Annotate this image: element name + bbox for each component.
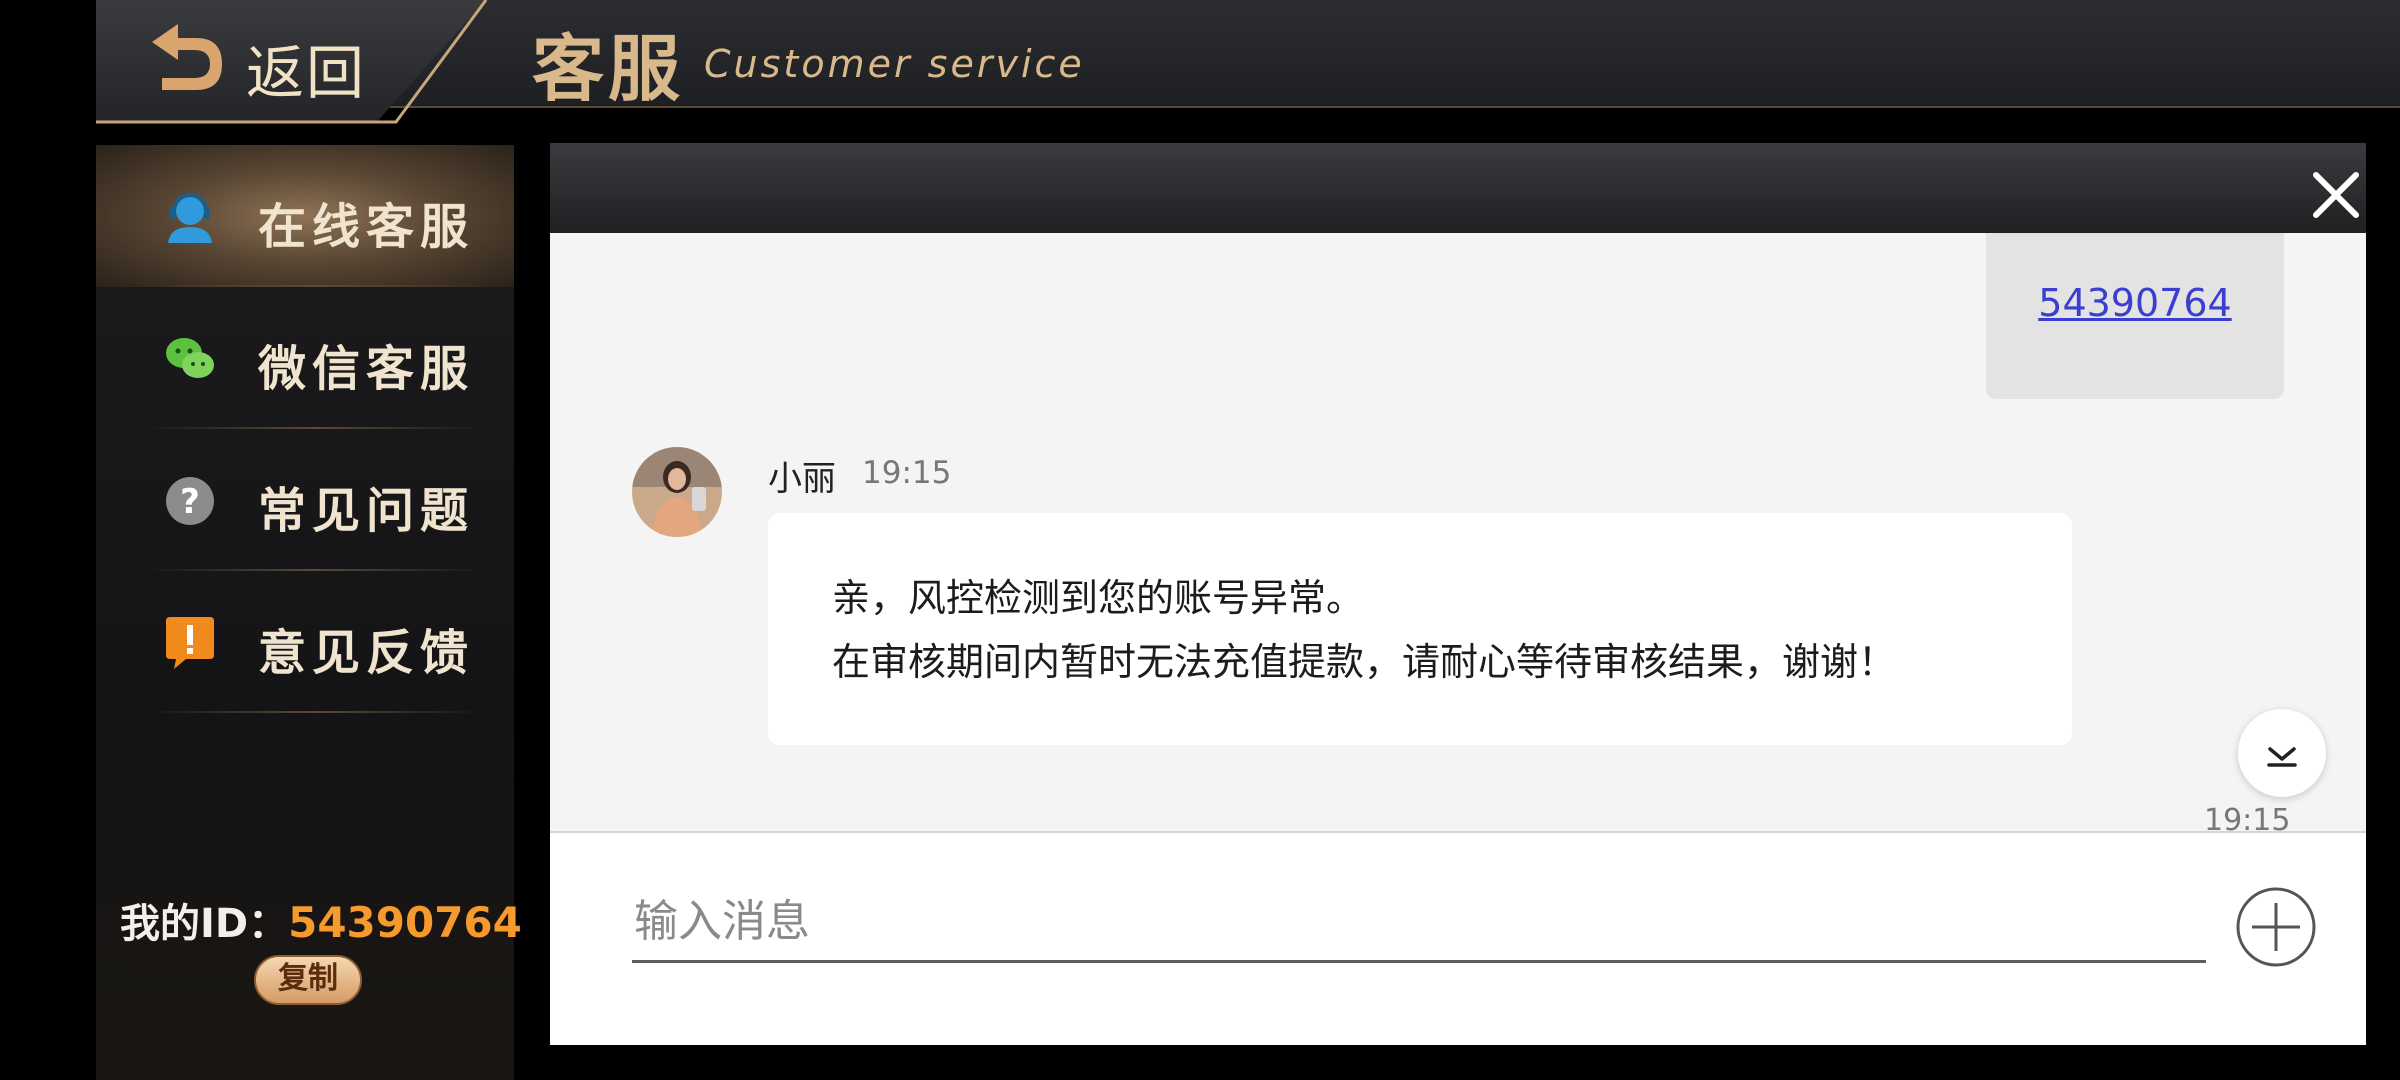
message-line: 亲，风控检测到您的账号异常。	[832, 576, 1365, 620]
headset-user-icon	[168, 193, 212, 243]
header-divider	[96, 0, 488, 124]
svg-text:?: ?	[180, 482, 200, 522]
sent-message-bubble: 54390764	[1986, 233, 2284, 399]
page-title: 客服	[532, 27, 685, 111]
close-icon[interactable]	[2310, 169, 2362, 221]
avatar-image	[632, 447, 722, 537]
chat-panel-header	[550, 143, 2366, 233]
sent-message-link[interactable]: 54390764	[1986, 281, 2284, 325]
page-subtitle: Customer service	[704, 42, 1085, 86]
sidebar-item-label: 常见问题	[258, 483, 475, 539]
sidebar-item-online-service[interactable]: 在线客服	[96, 145, 514, 287]
message-input[interactable]	[632, 883, 2206, 963]
my-id-label: 我的ID：	[120, 901, 289, 947]
message-line: 在审核期间内暂时无法充值提款，请耐心等待审核结果，谢谢！	[832, 640, 1897, 684]
message-timestamp: 19:15	[862, 455, 952, 491]
agent-avatar	[632, 447, 722, 537]
received-message-bubble: 亲，风控检测到您的账号异常。 在审核期间内暂时无法充值提款，请耐心等待审核结果，…	[768, 513, 2072, 745]
message-composer	[550, 831, 2366, 1045]
wechat-icon	[166, 338, 214, 378]
my-id: 我的ID：54390764	[120, 891, 522, 949]
scroll-to-bottom-button[interactable]	[2238, 709, 2326, 797]
feedback-icon	[166, 617, 214, 669]
sidebar: 在线客服 微信客服 ? 常见问题 意见反馈 我的ID：54390764 复制	[96, 145, 522, 1080]
sidebar-item-feedback[interactable]: 意见反馈	[96, 571, 514, 713]
divider	[146, 711, 484, 713]
agent-name: 小丽	[768, 459, 836, 499]
message-timestamp: 19:15	[2204, 803, 2291, 831]
sidebar-item-label: 意见反馈	[258, 625, 475, 681]
sidebar-item-label: 在线客服	[258, 199, 475, 255]
chat-messages[interactable]: 54390764 小丽 19:15 亲，风控检测到您的账号异常。 在审核期间内暂…	[550, 233, 2366, 831]
sidebar-item-wechat-service[interactable]: 微信客服	[96, 287, 514, 429]
sidebar-item-label: 微信客服	[258, 341, 475, 397]
my-id-value: 54390764	[288, 898, 522, 947]
chevron-down-icon	[2267, 747, 2297, 767]
sidebar-item-faq[interactable]: ? 常见问题	[96, 429, 514, 571]
add-attachment-icon[interactable]	[2234, 885, 2318, 969]
question-icon: ?	[166, 477, 214, 525]
copy-button[interactable]: 复制	[254, 955, 362, 1005]
top-header: 返回 客服 Customer service	[96, 0, 2400, 124]
